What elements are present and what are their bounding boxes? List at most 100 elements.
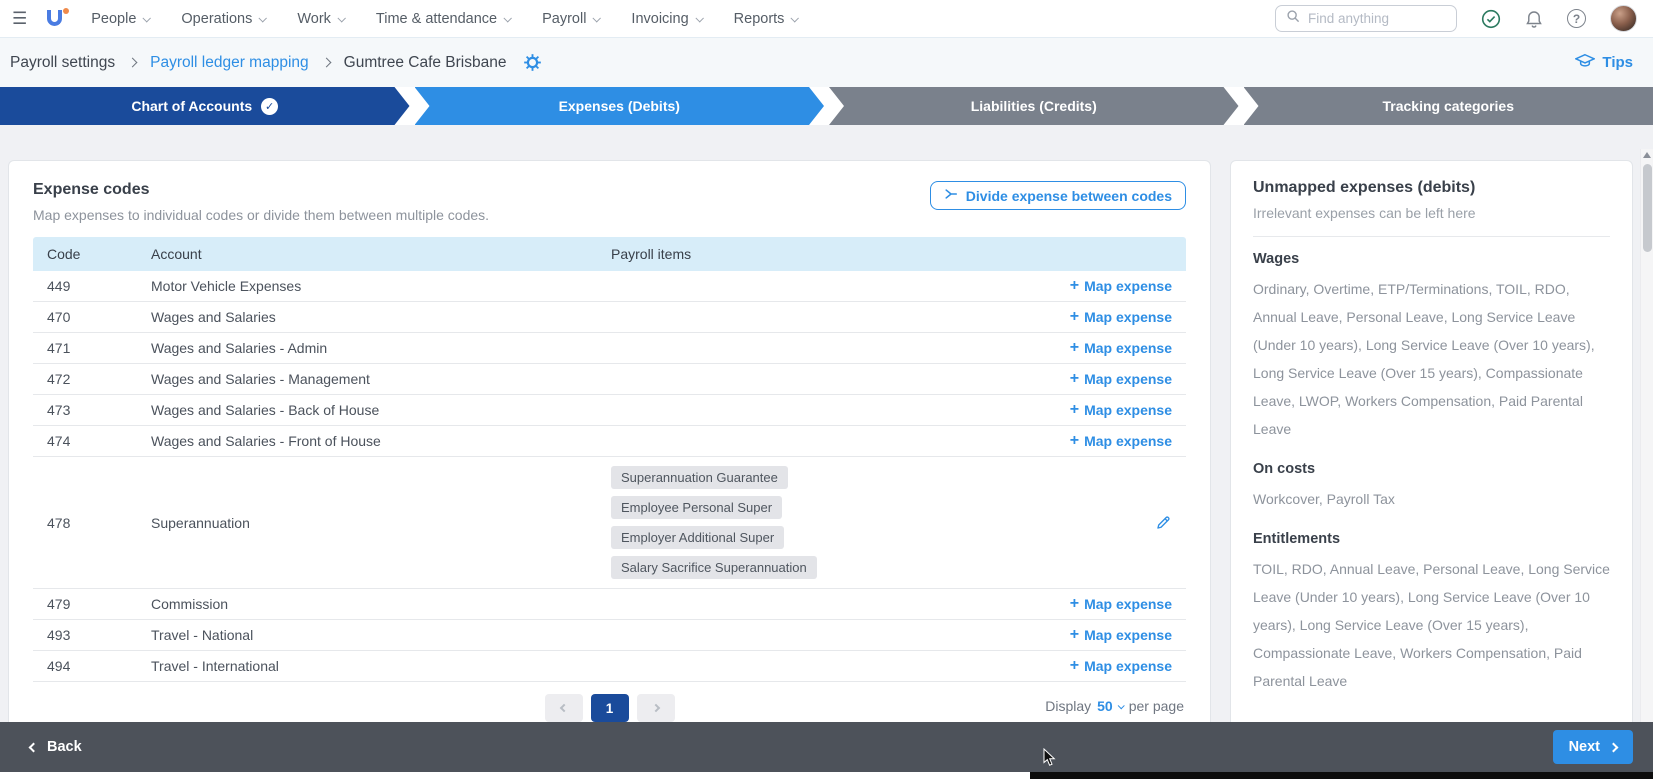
column-code: Code xyxy=(33,246,137,262)
section-text-wages: Ordinary, Overtime, ETP/Terminations, TO… xyxy=(1253,275,1610,443)
map-expense-link[interactable]: +Map expense xyxy=(1070,277,1172,295)
expense-codes-table: Code Account Payroll items 449 Motor Veh… xyxy=(33,237,1186,682)
table-row-superannuation: 478 Superannuation Superannuation Guaran… xyxy=(33,457,1186,589)
map-expense-link[interactable]: +Map expense xyxy=(1070,432,1172,450)
global-search[interactable] xyxy=(1275,5,1457,32)
scrollbar-up-arrow[interactable] xyxy=(1643,152,1651,158)
chevron-down-icon xyxy=(259,14,267,22)
vertical-scrollbar[interactable] xyxy=(1640,149,1653,722)
menu-people[interactable]: People xyxy=(91,11,149,27)
wizard-steps: Chart of Accounts ✓ Expenses (Debits) Li… xyxy=(0,87,1653,125)
payroll-item-tag: Superannuation Guarantee xyxy=(611,466,788,489)
split-icon xyxy=(944,187,958,204)
expense-codes-card: Expense codes Map expenses to individual… xyxy=(8,160,1211,722)
per-page-dropdown[interactable]: 50 xyxy=(1097,698,1123,714)
expense-code: 471 xyxy=(33,340,137,356)
app-logo[interactable] xyxy=(45,7,69,31)
menu-operations[interactable]: Operations xyxy=(181,11,265,27)
expense-code: 449 xyxy=(33,278,137,294)
map-expense-link[interactable]: +Map expense xyxy=(1070,339,1172,357)
step-liabilities-credits[interactable]: Liabilities (Credits) xyxy=(829,87,1239,125)
plus-icon: + xyxy=(1070,401,1079,419)
map-expense-link[interactable]: +Map expense xyxy=(1070,401,1172,419)
breadcrumb-payroll-settings[interactable]: Payroll settings xyxy=(10,54,115,72)
hamburger-menu-icon[interactable]: ☰ xyxy=(12,9,27,29)
expense-account: Motor Vehicle Expenses xyxy=(137,278,597,294)
pagination: 1 xyxy=(545,694,675,722)
step-chart-of-accounts[interactable]: Chart of Accounts ✓ xyxy=(0,87,410,125)
help-icon[interactable]: ? xyxy=(1567,9,1586,28)
step-tracking-categories[interactable]: Tracking categories xyxy=(1244,87,1653,125)
section-text-on-costs: Workcover, Payroll Tax xyxy=(1253,485,1610,513)
unmapped-title: Unmapped expenses (debits) xyxy=(1253,179,1610,197)
topnav-right-cluster: ? xyxy=(1275,5,1637,32)
chevron-down-icon xyxy=(695,14,703,22)
expense-code: 478 xyxy=(33,457,137,588)
breadcrumb: Payroll settings Payroll ledger mapping … xyxy=(10,54,541,72)
chevron-down-icon xyxy=(791,14,799,22)
expense-code: 479 xyxy=(33,596,137,612)
content-area: Expense codes Map expenses to individual… xyxy=(0,125,1653,722)
bottom-strip xyxy=(1030,772,1653,779)
back-button[interactable]: Back xyxy=(30,739,82,755)
map-expense-link[interactable]: +Map expense xyxy=(1070,626,1172,644)
table-row: 449 Motor Vehicle Expenses +Map expense xyxy=(33,271,1186,302)
search-input[interactable] xyxy=(1308,11,1438,26)
map-expense-link[interactable]: +Map expense xyxy=(1070,308,1172,326)
expense-account: Superannuation xyxy=(137,457,597,588)
gear-icon[interactable] xyxy=(524,54,541,71)
tips-button[interactable]: Tips xyxy=(1575,53,1633,73)
top-navigation: ☰ People Operations Work Time & attendan… xyxy=(0,0,1653,38)
expense-code: 474 xyxy=(33,433,137,449)
chevron-right-icon xyxy=(128,58,138,68)
search-icon xyxy=(1286,9,1300,28)
payroll-item-tag: Employee Personal Super xyxy=(611,496,782,519)
check-circle-icon[interactable] xyxy=(1481,9,1501,29)
table-header: Code Account Payroll items xyxy=(33,237,1186,271)
plus-icon: + xyxy=(1070,432,1079,450)
divide-expense-button[interactable]: Divide expense between codes xyxy=(930,181,1186,210)
table-row: 470 Wages and Salaries +Map expense xyxy=(33,302,1186,333)
payroll-ledger-mapping-screen: ☰ People Operations Work Time & attendan… xyxy=(0,0,1653,779)
breadcrumb-payroll-ledger-mapping[interactable]: Payroll ledger mapping xyxy=(150,54,309,72)
chevron-down-icon xyxy=(504,14,512,22)
step-expenses-debits[interactable]: Expenses (Debits) xyxy=(415,87,825,125)
menu-time-attendance[interactable]: Time & attendance xyxy=(376,11,510,27)
map-expense-link[interactable]: +Map expense xyxy=(1070,595,1172,613)
plus-icon: + xyxy=(1070,308,1079,326)
table-row: 474 Wages and Salaries - Front of House … xyxy=(33,426,1186,457)
page-1-button[interactable]: 1 xyxy=(591,694,629,722)
expense-account: Commission xyxy=(137,596,597,612)
notifications-bell-icon[interactable] xyxy=(1525,9,1543,29)
expense-account: Wages and Salaries - Back of House xyxy=(137,402,597,418)
table-row: 473 Wages and Salaries - Back of House +… xyxy=(33,395,1186,426)
mapped-payroll-items: Superannuation Guarantee Employee Person… xyxy=(597,457,1016,588)
graduation-cap-icon xyxy=(1575,53,1595,73)
expense-account: Wages and Salaries - Admin xyxy=(137,340,597,356)
chevron-down-icon xyxy=(1117,702,1124,709)
map-expense-link[interactable]: +Map expense xyxy=(1070,657,1172,675)
menu-payroll[interactable]: Payroll xyxy=(542,11,599,27)
expense-codes-title: Expense codes xyxy=(33,181,489,199)
chevron-down-icon xyxy=(593,14,601,22)
expense-code: 472 xyxy=(33,371,137,387)
plus-icon: + xyxy=(1070,339,1079,357)
expense-code: 494 xyxy=(33,658,137,674)
main-menu: People Operations Work Time & attendance… xyxy=(91,11,797,27)
menu-reports[interactable]: Reports xyxy=(734,11,798,27)
map-expense-link[interactable]: +Map expense xyxy=(1070,370,1172,388)
table-row: 493 Travel - National +Map expense xyxy=(33,620,1186,651)
next-page-button[interactable] xyxy=(637,694,675,722)
chevron-right-icon xyxy=(321,58,331,68)
expense-account: Wages and Salaries - Front of House xyxy=(137,433,597,449)
breadcrumb-gumtree-cafe-brisbane: Gumtree Cafe Brisbane xyxy=(344,54,507,72)
next-button[interactable]: Next xyxy=(1553,730,1633,764)
edit-mapping-pencil-icon[interactable] xyxy=(1155,514,1172,531)
user-avatar[interactable] xyxy=(1610,5,1637,32)
menu-work[interactable]: Work xyxy=(297,11,344,27)
prev-page-button[interactable] xyxy=(545,694,583,722)
expense-codes-subtitle: Map expenses to individual codes or divi… xyxy=(33,207,489,223)
section-heading-entitlements: Entitlements xyxy=(1253,531,1610,547)
menu-invoicing[interactable]: Invoicing xyxy=(631,11,701,27)
scrollbar-thumb[interactable] xyxy=(1643,164,1652,252)
